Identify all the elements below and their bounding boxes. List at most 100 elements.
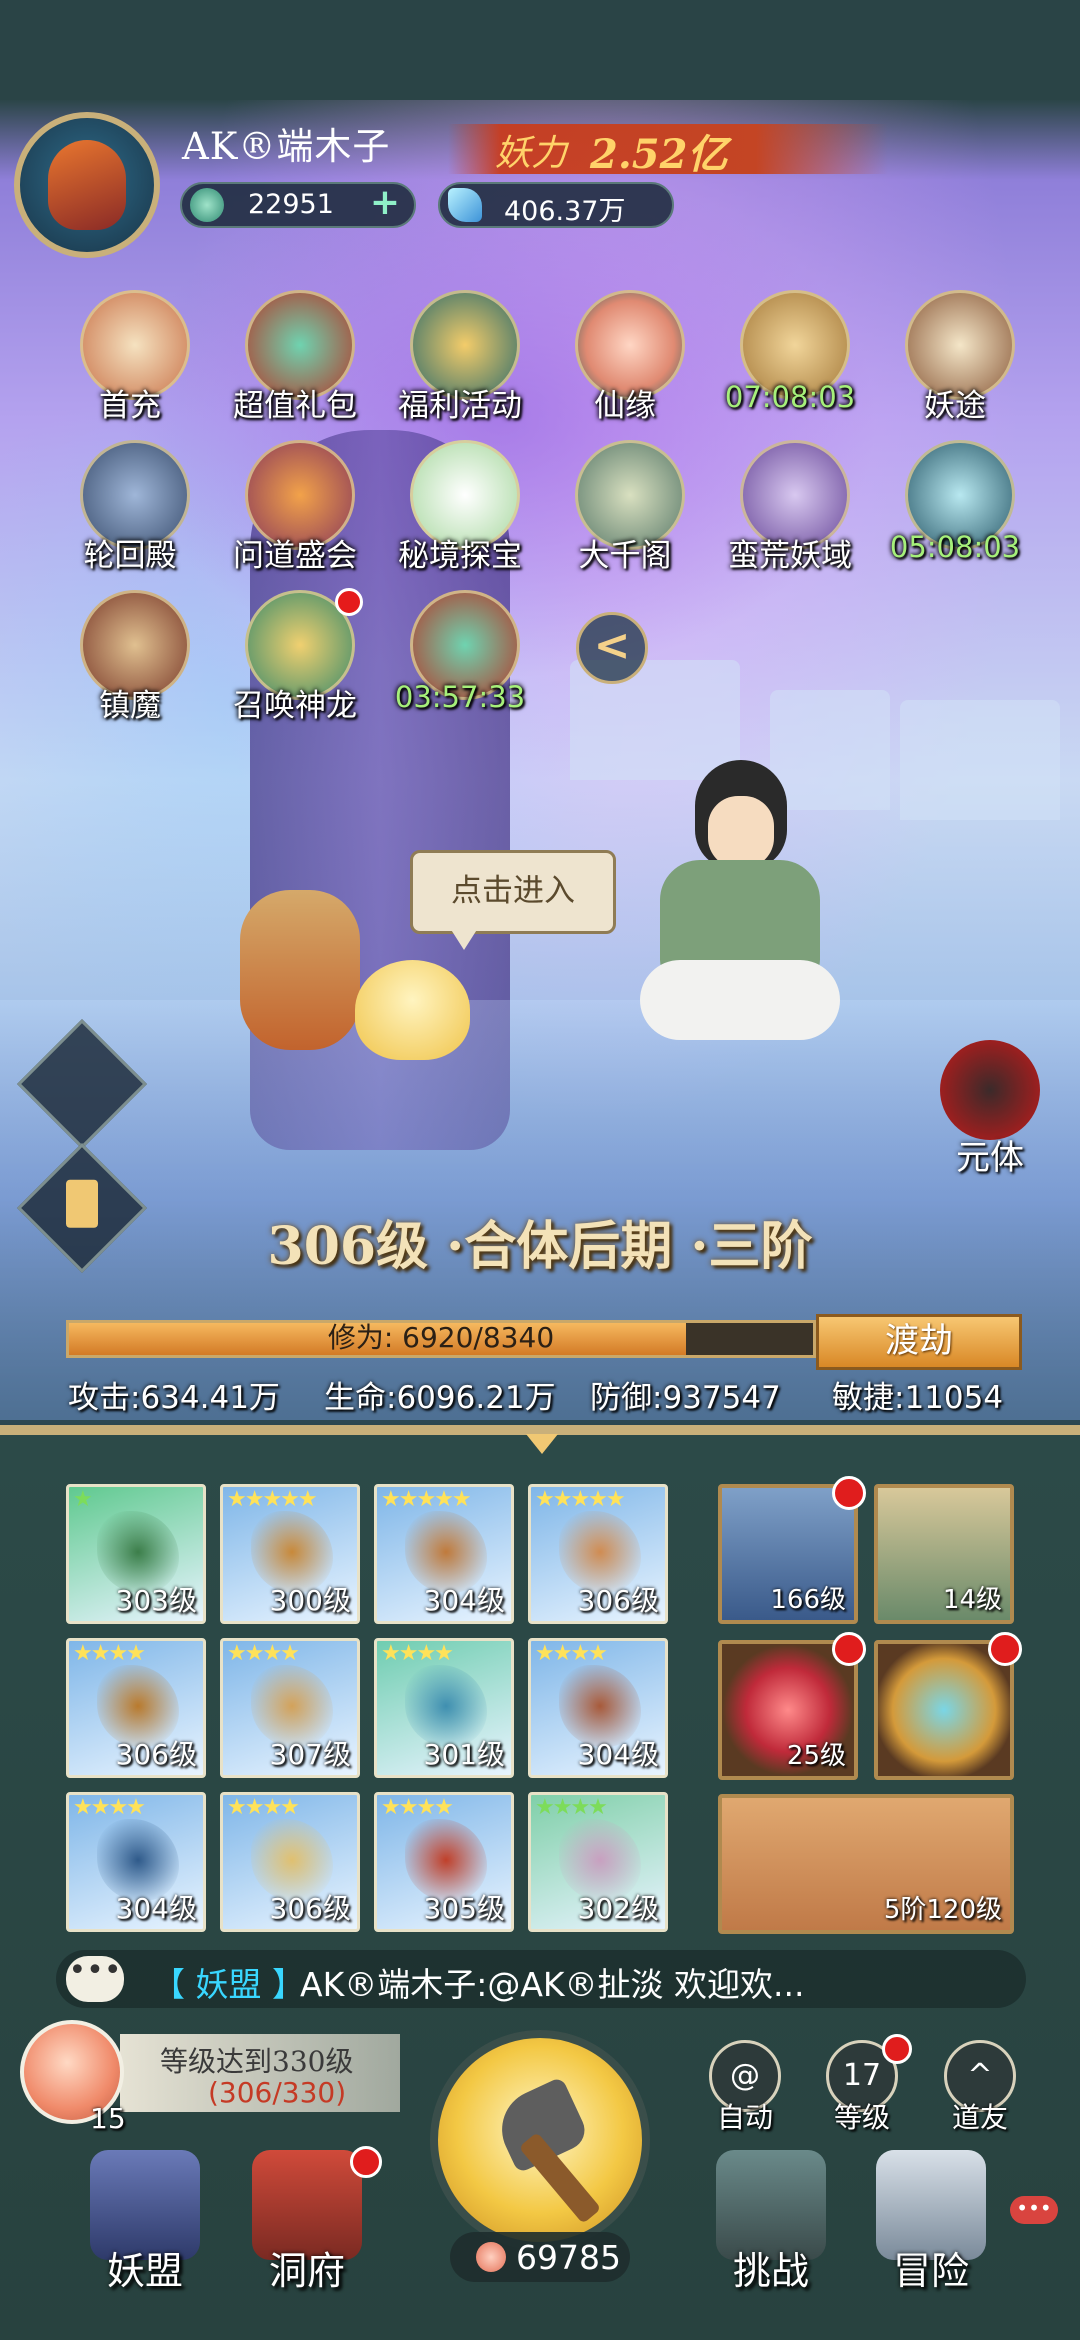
activity-welfare[interactable]: 福利活动 xyxy=(390,290,530,440)
realm-level: 306级 ·合体后期 ·三阶 xyxy=(267,1216,813,1277)
squirrel-companion[interactable] xyxy=(240,890,360,1050)
equipment-card[interactable]: ★★★★ 306级 xyxy=(220,1792,360,1932)
click-to-enter-bubble[interactable]: 点击进入 xyxy=(410,850,616,934)
slot-level: 14级 xyxy=(942,1585,1002,1615)
stat-hp: 生命:6096.21万 xyxy=(324,1380,556,1416)
nav-adventure[interactable]: 冒险 xyxy=(856,2150,1006,2300)
level-button[interactable]: 17 等级 xyxy=(822,2034,912,2150)
character-legs xyxy=(640,960,840,1040)
nav-cave[interactable]: 洞府 xyxy=(232,2146,382,2300)
quest-title: 等级达到330级 xyxy=(160,2045,354,2078)
equipment-level: 304级 xyxy=(577,1738,659,1771)
equipment-card[interactable]: ★★★★ 302级 xyxy=(528,1792,668,1932)
auto-label: 自动 xyxy=(716,2101,773,2134)
character-face xyxy=(708,796,774,868)
nav-label: 冒险 xyxy=(892,2249,969,2293)
activity-label: 镇魔 xyxy=(99,688,161,724)
star-rating: ★★★★ xyxy=(535,1641,608,1666)
activity-timed-1[interactable]: 07:08:03 xyxy=(720,290,860,440)
meditating-character[interactable] xyxy=(640,760,840,1050)
activity-timed-3[interactable]: 03:57:33 xyxy=(390,590,530,740)
breakthrough-button[interactable]: 渡劫 xyxy=(816,1314,1022,1370)
star-rating: ★★★★★ xyxy=(381,1487,472,1512)
activity-fate[interactable]: 仙缘 xyxy=(555,290,695,440)
jade-amount: 22951 xyxy=(248,189,334,220)
activity-value-pack[interactable]: 超值礼包 xyxy=(225,290,365,440)
auto-button[interactable]: @ 自动 xyxy=(705,2040,785,2150)
stat-agility: 敏捷:11054 xyxy=(832,1380,1004,1416)
collapse-activities-button[interactable]: < xyxy=(576,612,648,684)
player-avatar[interactable] xyxy=(14,112,160,258)
nav-alliance[interactable]: 妖盟 xyxy=(70,2150,220,2300)
friends-label: 道友 xyxy=(951,2101,1008,2134)
notification-dot xyxy=(350,2146,382,2178)
star-rating: ★★★★ xyxy=(73,1641,146,1666)
activity-samsara-hall[interactable]: 轮回殿 xyxy=(60,440,200,590)
activity-dao-assembly[interactable]: 问道盛会 xyxy=(225,440,365,590)
equipment-card[interactable]: ★★★★★ 300级 xyxy=(220,1484,360,1624)
equipment-card[interactable]: ★★★★ 304级 xyxy=(528,1638,668,1778)
notification-dot xyxy=(335,588,363,616)
yuanti-icon xyxy=(940,1040,1040,1140)
activity-label: 蛮荒妖域 xyxy=(728,538,852,574)
jade-currency[interactable]: 22951 + xyxy=(180,182,416,228)
equipment-card[interactable]: ★★★★ 307级 xyxy=(220,1638,360,1778)
panel-toggle-arrow[interactable] xyxy=(526,1434,558,1454)
cultivation-text: 修为: 6920/8340 xyxy=(327,1321,555,1354)
activity-timer: 05:08:03 xyxy=(889,530,1021,564)
equipment-card[interactable]: ★★★★★ 304级 xyxy=(374,1484,514,1624)
notification-dot xyxy=(988,1632,1022,1666)
activity-first-recharge[interactable]: 首充 xyxy=(60,290,200,440)
star-rating: ★★★★ xyxy=(535,1795,608,1820)
level-quest[interactable]: 15 等级达到330级 (306/330) xyxy=(20,2020,400,2135)
golden-lotus[interactable] xyxy=(355,960,470,1060)
activity-suppress-demon[interactable]: 镇魔 xyxy=(60,590,200,740)
activity-timed-2[interactable]: 05:08:03 xyxy=(885,440,1025,590)
chat-bubble-icon[interactable]: ••• xyxy=(66,1956,124,2002)
avatar-portrait xyxy=(48,140,126,230)
nav-challenge[interactable]: 挑战 xyxy=(696,2150,846,2300)
yuanti-button[interactable]: 元体 xyxy=(930,1040,1050,1178)
chat-bar[interactable]: ••• 【 妖盟 】 AK®端木子:@AK®扯淡 欢迎欢... xyxy=(56,1950,1026,2008)
equipment-level: 305级 xyxy=(423,1892,505,1925)
equipment-card[interactable]: ★ 303级 xyxy=(66,1484,206,1624)
add-jade-button[interactable]: + xyxy=(370,182,400,223)
power-label: 妖力 xyxy=(495,133,568,174)
chat-channel: 【 妖盟 】 xyxy=(152,1965,305,2004)
star-rating: ★★★★★ xyxy=(535,1487,626,1512)
activity-summon-dragon[interactable]: 召唤神龙 xyxy=(225,588,365,740)
equipment-card[interactable]: ★★★★★ 306级 xyxy=(528,1484,668,1624)
star-rating: ★★★★★ xyxy=(227,1487,318,1512)
notification-dot xyxy=(832,1632,866,1666)
notification-dot xyxy=(882,2034,912,2064)
yuanti-label: 元体 xyxy=(956,1138,1024,1178)
equipment-card[interactable]: ★★★★ 304级 xyxy=(66,1792,206,1932)
friends-button[interactable]: ^ 道友 xyxy=(940,2040,1020,2150)
pagoda-right xyxy=(900,700,1060,820)
pet-otter-slot[interactable]: 14级 xyxy=(874,1484,1014,1624)
quest-progress: (306/330) xyxy=(208,2076,347,2109)
jade-coin-icon xyxy=(190,188,224,222)
star-rating: ★★★★ xyxy=(227,1795,300,1820)
equipment-card[interactable]: ★★★★ 301级 xyxy=(374,1638,514,1778)
star-rating: ★★★★ xyxy=(73,1795,146,1820)
star-rating: ★★★★ xyxy=(227,1641,300,1666)
activity-secret-realm[interactable]: 秘境探宝 xyxy=(390,440,530,590)
chat-message: AK®端木子:@AK®扯淡 欢迎欢... xyxy=(300,1965,805,2004)
compass-slot[interactable] xyxy=(874,1632,1022,1780)
more-menu-badge[interactable]: ••• xyxy=(1010,2196,1058,2224)
activity-great-pavilion[interactable]: 大千阁 xyxy=(555,440,695,590)
chop-axe-button[interactable] xyxy=(430,2030,650,2250)
nav-label: 挑战 xyxy=(732,2249,809,2293)
equipment-level: 306级 xyxy=(577,1584,659,1617)
activity-wild-demon-domain[interactable]: 蛮荒妖域 xyxy=(720,440,860,590)
crystal-currency[interactable]: 406.37万 xyxy=(438,182,674,228)
pet-dragon-slot[interactable]: 166级 xyxy=(718,1476,866,1624)
equipment-level: 303级 xyxy=(115,1584,197,1617)
equipment-card[interactable]: ★★★★ 306级 xyxy=(66,1638,206,1778)
activity-demon-path[interactable]: 妖途 xyxy=(885,290,1025,440)
gourd-slot[interactable]: 5阶120级 xyxy=(718,1794,1014,1934)
equipment-card[interactable]: ★★★★ 305级 xyxy=(374,1792,514,1932)
slot-level: 25级 xyxy=(786,1741,846,1771)
spirit-orb-slot[interactable]: 25级 xyxy=(718,1632,866,1780)
